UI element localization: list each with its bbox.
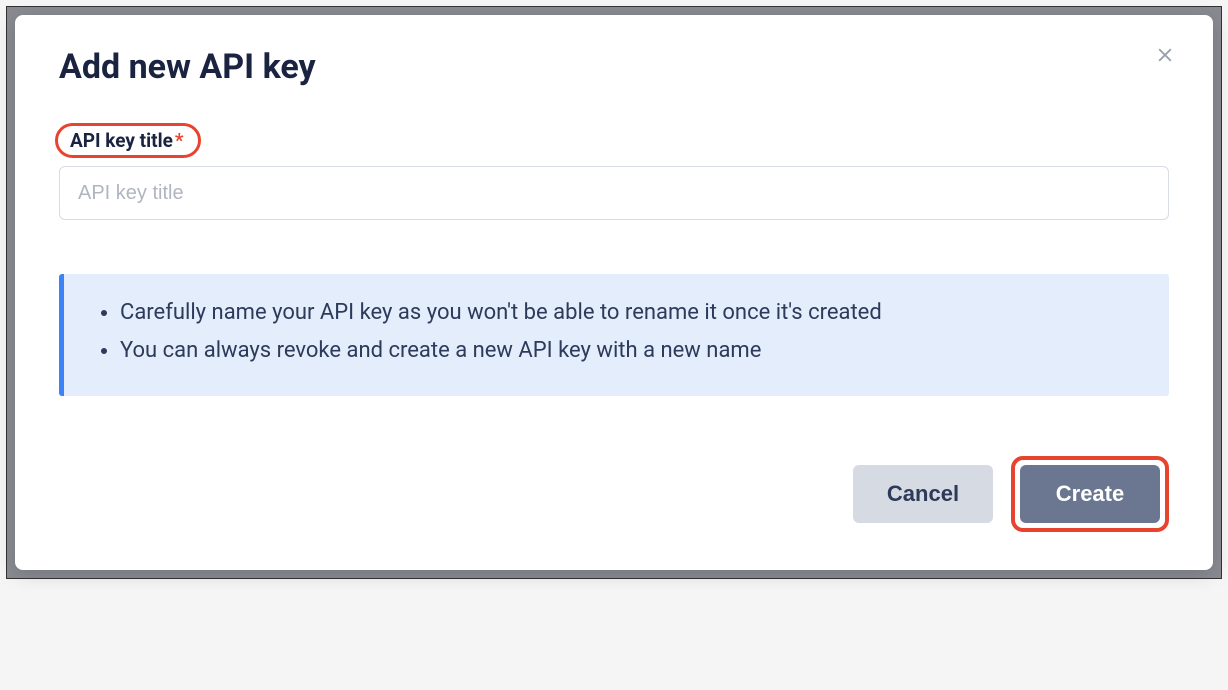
- cancel-button[interactable]: Cancel: [853, 465, 993, 523]
- modal-title: Add new API key: [59, 47, 1169, 87]
- modal-actions: Cancel Create: [59, 456, 1169, 532]
- info-list-item: You can always revoke and create a new A…: [120, 334, 1141, 368]
- modal-backdrop: Add new API key API key title* Carefully…: [6, 6, 1222, 579]
- info-list: Carefully name your API key as you won't…: [98, 296, 1141, 368]
- required-indicator: *: [175, 129, 184, 152]
- create-button-highlight: Create: [1011, 456, 1169, 532]
- create-button[interactable]: Create: [1020, 465, 1160, 523]
- add-api-key-modal: Add new API key API key title* Carefully…: [15, 15, 1213, 570]
- api-key-title-field-group: API key title*: [59, 123, 1169, 220]
- field-label: API key title: [70, 129, 173, 152]
- close-icon: [1155, 45, 1175, 65]
- close-button[interactable]: [1151, 41, 1179, 69]
- info-list-item: Carefully name your API key as you won't…: [120, 296, 1141, 330]
- info-callout: Carefully name your API key as you won't…: [59, 274, 1169, 396]
- field-label-highlight: API key title*: [55, 123, 201, 158]
- api-key-title-input[interactable]: [59, 166, 1169, 220]
